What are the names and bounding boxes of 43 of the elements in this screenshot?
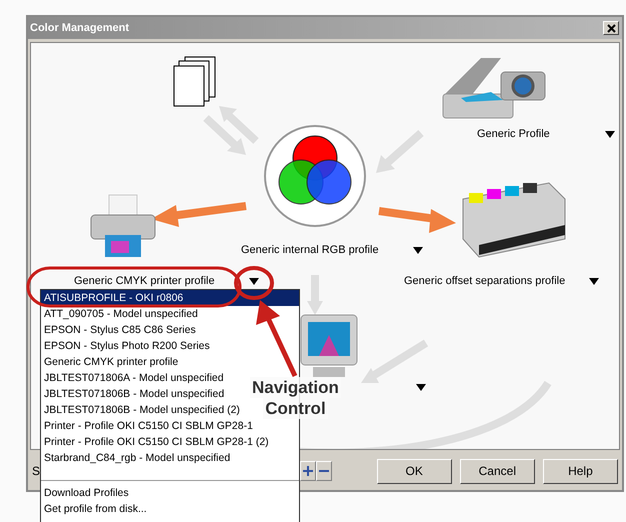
faint-arrow [376,130,424,173]
profile-option[interactable]: JBLTEST071806B - Model unspecified (2) [41,402,243,418]
plus-icon [303,466,314,476]
caret-icon[interactable] [416,384,426,391]
remove-button[interactable] [316,461,332,481]
documents-icon [173,56,217,108]
profile-option[interactable]: ATT_090705 - Model unspecified [41,306,201,322]
faint-arrow [361,340,428,383]
caret-icon[interactable] [413,247,423,254]
profile-option[interactable]: EPSON - Stylus C85 C86 Series [41,322,199,338]
profile-label: Generic Profile [477,128,550,140]
profile-label: Generic offset separations profile [404,275,566,287]
annotation-text: Navigation [250,377,341,398]
annotation-circle [234,266,274,300]
profile-label: Generic CMYK printer profile [74,275,215,287]
caret-icon[interactable] [249,278,259,285]
add-button[interactable] [300,461,316,481]
caret-icon[interactable] [605,131,615,138]
dialog-button[interactable]: Help [542,458,618,484]
menu-action[interactable]: Get profile from disk... [41,501,150,517]
rgb-circles-icon [263,124,367,228]
profile-label: Generic internal RGB profile [241,244,379,256]
profile-option[interactable]: ATISUBPROFILE - OKI r0806 [41,290,299,306]
close-button[interactable] [603,21,619,35]
menu-action[interactable]: Download Profiles [41,485,132,501]
profile-option[interactable]: Printer - Profile OKI C5150 CI SBLM GP28-1 (2) [41,434,272,450]
profile-option[interactable]: Printer - Profile OKI C5150 CI SBLM GP28-1 [41,418,256,434]
faint-arrow [307,275,323,315]
faint-arrow [203,115,246,155]
caret-icon[interactable] [589,278,599,285]
window-title: Color Management [30,22,130,34]
dialog-button[interactable]: Cancel [460,458,535,484]
monitor-icon [299,313,359,379]
profile-option[interactable]: Generic CMYK printer profile [41,354,182,370]
bottom-label: S [32,464,40,478]
profile-option[interactable]: Starbrand_C84_rgb - Model unspecified [41,450,234,466]
faint-arrow [219,106,259,144]
profile-option[interactable]: JBLTEST071806B - Model unspecified [41,386,228,402]
profile-option[interactable]: JBLTEST071806A - Model unspecified [41,370,227,386]
close-icon [606,24,616,32]
annotation-text: Control [263,398,328,419]
profile-option[interactable]: EPSON - Stylus Photo R200 Series [41,338,213,354]
dialog-button[interactable]: OK [376,458,452,484]
